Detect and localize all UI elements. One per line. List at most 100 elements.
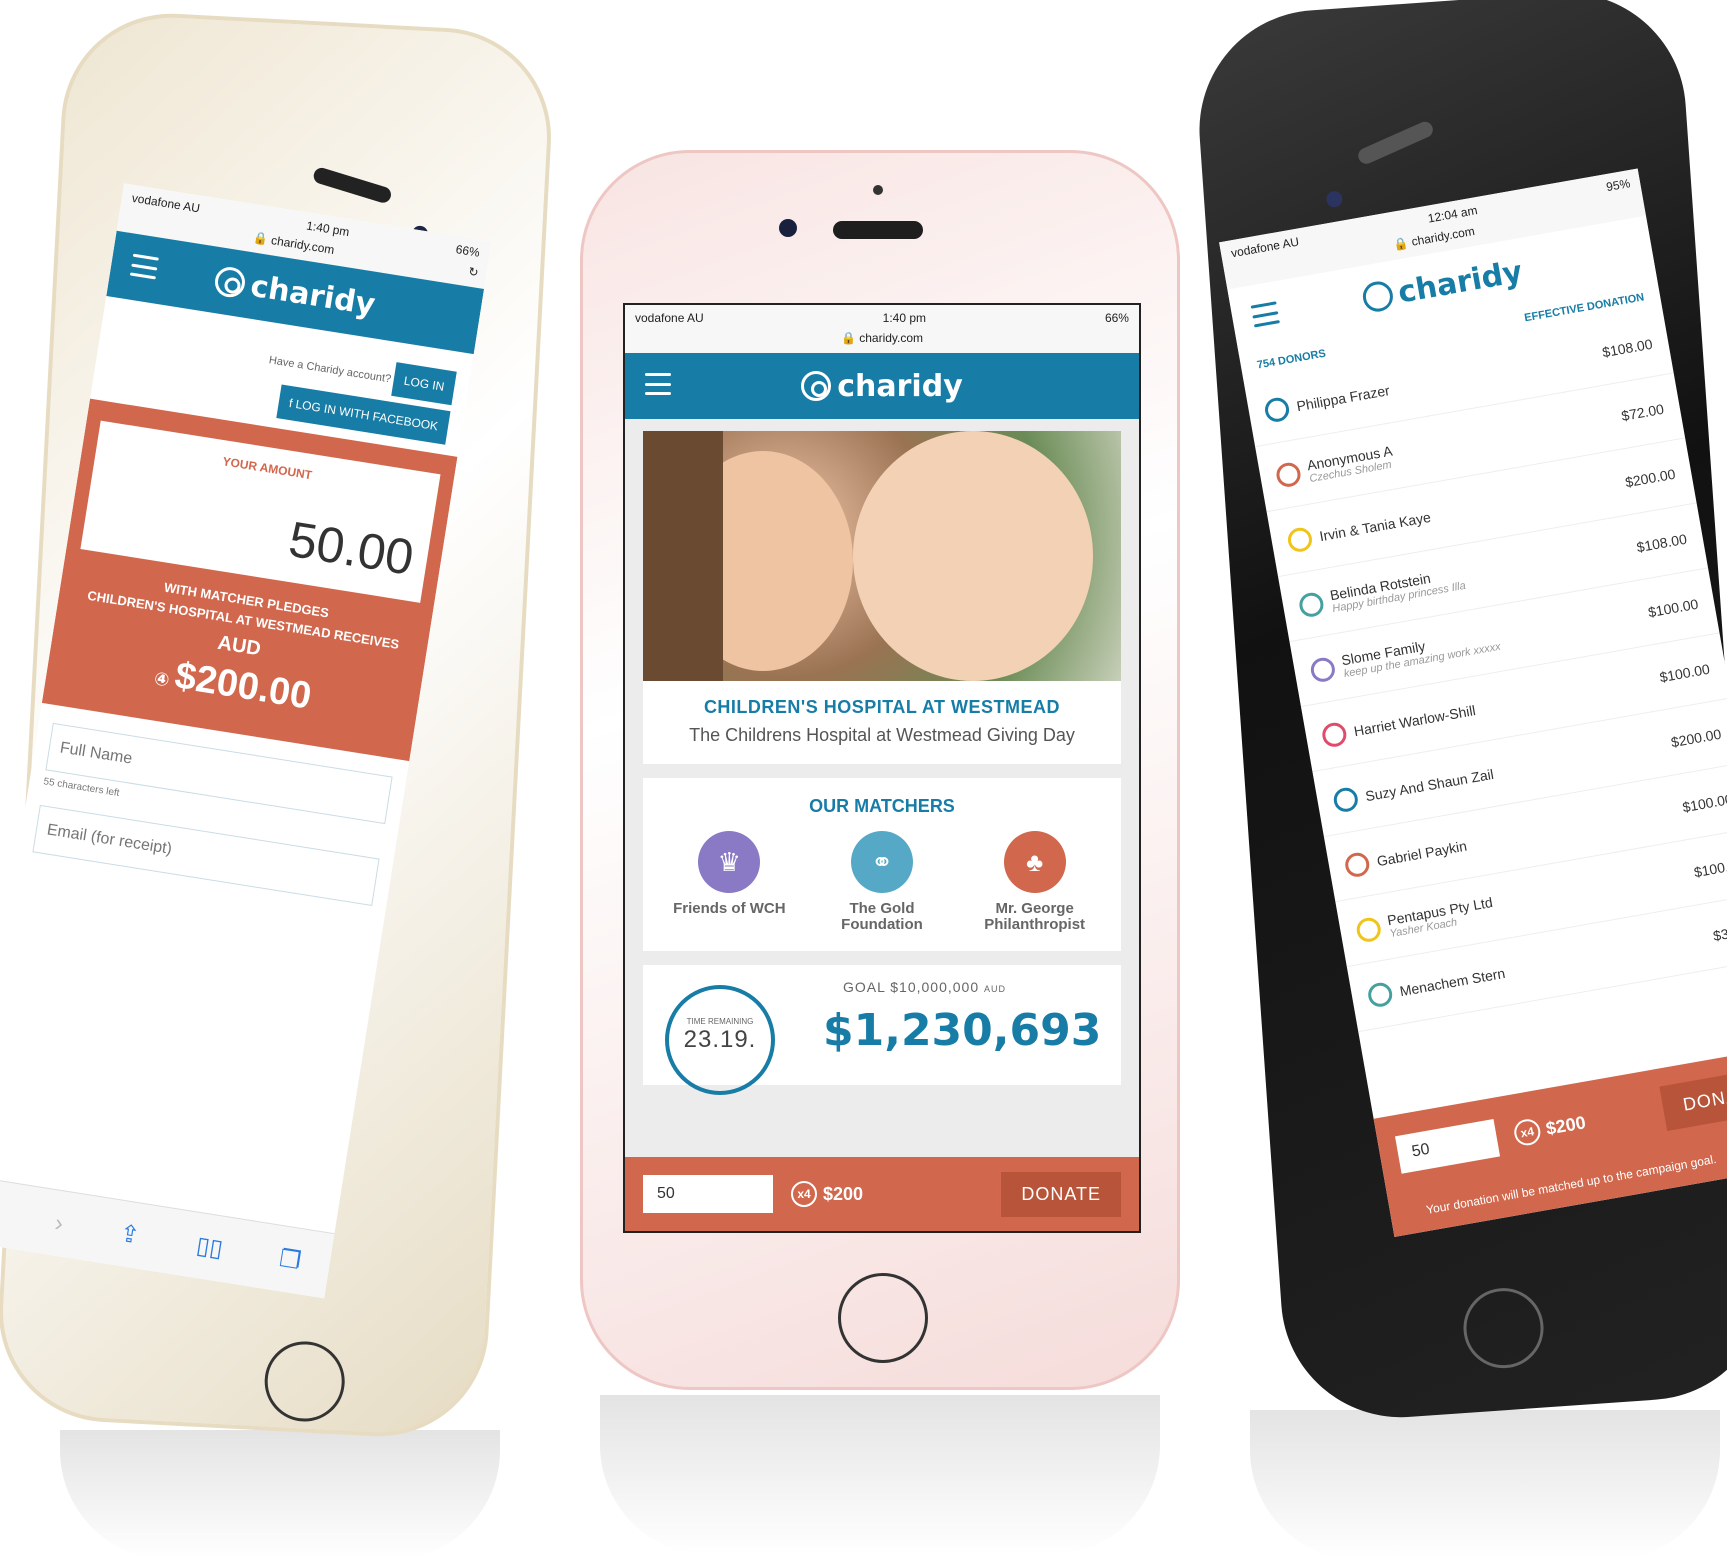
match-total: x4 $200 (791, 1181, 863, 1207)
donor-avatar-icon (1274, 460, 1303, 489)
menu-icon[interactable] (645, 373, 671, 395)
donor-amount: $200.00 (1623, 465, 1677, 490)
tree-icon: ♣ (1003, 831, 1066, 893)
donation-amount-input[interactable] (1395, 1119, 1501, 1175)
address-bar[interactable]: 🔒 charidy.com (625, 331, 1139, 353)
goal-currency: AUD (984, 984, 1007, 994)
clock: 1:40 pm (882, 311, 927, 325)
raised-amount: $1,230,693 (823, 1005, 1102, 1056)
login-prompt: Have a Charidy account? (268, 354, 392, 386)
charidy-logo-icon (801, 371, 832, 401)
matcher-name: Friends of WCH (673, 900, 786, 917)
battery-level: 66% (1104, 311, 1129, 325)
charidy-logo[interactable]: charidy (801, 369, 963, 404)
campaign-content: CHILDREN'S HOSPITAL AT WESTMEAD The Chil… (625, 419, 1139, 1157)
matcher-item[interactable]: ♛ Friends of WCH (664, 831, 794, 933)
donor-avatar-icon (1320, 720, 1349, 749)
menu-icon[interactable] (1250, 301, 1281, 328)
reload-icon[interactable]: ↻ (467, 264, 479, 279)
carrier: vodafone AU (635, 311, 704, 325)
tabs-icon[interactable]: ❐ (277, 1244, 303, 1276)
amount-value[interactable]: 50.00 (96, 480, 417, 587)
donor-amount: $108.00 (1635, 530, 1688, 555)
donor-amount: $100.00 (1692, 855, 1727, 880)
countdown-timer: TIME REMAINING 23.19. (665, 985, 775, 1095)
lock-icon: 🔒 (1392, 235, 1410, 252)
donor-amount: $200.00 (1669, 725, 1723, 750)
lock-icon: 🔒 (840, 331, 856, 345)
gold-phone-reflection (60, 1430, 500, 1560)
brand-name: charidy (837, 368, 963, 404)
front-camera (1325, 190, 1343, 208)
x4-multiplier-icon: x4 (1512, 1117, 1543, 1148)
donors-count: 754 DONORS (1256, 347, 1327, 372)
charidy-logo[interactable]: charidy (1360, 254, 1525, 317)
donor-list: Philippa Frazer $108.00 Anonymous A Czechus… (1243, 308, 1727, 1033)
donor-avatar-icon (1285, 525, 1314, 554)
rose-phone-reflection (600, 1395, 1160, 1555)
donate-bar: x4 $200 DONATE Your donation will be mat… (1373, 1044, 1727, 1237)
donor-avatar-icon (1297, 590, 1326, 619)
campaign-screen: vodafone AU 1:40 pm 66% 🔒 charidy.com ch… (623, 303, 1141, 1233)
crown-icon: ♛ (698, 831, 761, 893)
gold-phone: vodafone AU 1:40 pm 66% 🔒 charidy.com ↻ … (0, 8, 557, 1442)
rose-phone: vodafone AU 1:40 pm 66% 🔒 charidy.com ch… (580, 150, 1180, 1390)
lock-icon: 🔒 (252, 230, 270, 247)
email-input[interactable] (32, 804, 380, 907)
donor-amount: $36.00 (1711, 920, 1727, 944)
brand-name: charidy (1395, 253, 1525, 311)
match-total: x4 $200 (1512, 1110, 1587, 1148)
facebook-login-label: LOG IN WITH FACEBOOK (294, 397, 440, 434)
donor-avatar-icon (1343, 850, 1372, 879)
handshake-icon: ⚭ (850, 831, 913, 893)
earpiece (1355, 119, 1436, 167)
matcher-name: Mr. George Philanthropist (984, 900, 1086, 933)
child-face-right (853, 431, 1093, 681)
home-button[interactable] (262, 1339, 347, 1424)
donor-amount: $100.00 (1681, 790, 1727, 815)
donor-amount: $100.00 (1658, 660, 1711, 685)
donation-amount-input[interactable] (643, 1175, 773, 1213)
clock: 12:04 am (1426, 203, 1479, 226)
matcher-item[interactable]: ♣ Mr. George Philanthropist (970, 831, 1100, 933)
charidy-logo-icon (213, 265, 248, 300)
campaign-card: CHILDREN'S HOSPITAL AT WESTMEAD The Chil… (643, 681, 1121, 764)
brand-header: charidy (625, 353, 1139, 419)
earpiece (833, 221, 923, 239)
bookmarks-icon[interactable]: ▯▯ (194, 1231, 225, 1264)
status-bar: vodafone AU 1:40 pm 66% (625, 305, 1139, 331)
proximity-sensor (873, 185, 883, 195)
donation-form-screen: vodafone AU 1:40 pm 66% 🔒 charidy.com ↻ … (0, 183, 492, 1299)
timer-value: 23.19. (683, 1026, 757, 1053)
forward-icon[interactable]: › (53, 1209, 65, 1238)
goal-amount: GOAL $10,000,000 (843, 979, 980, 995)
donor-amount: $108.00 (1600, 335, 1654, 360)
hair-left (643, 431, 723, 681)
donate-button[interactable]: DONATE (1659, 1065, 1727, 1131)
browser-toolbar: ‹ › ⇪ ▯▯ ❐ (0, 1175, 335, 1299)
black-phone: vodafone AU 12:04 am 95% 🔒 charidy.com c… (1191, 0, 1727, 1426)
matcher-item[interactable]: ⚭ The Gold Foundation (817, 831, 947, 933)
match-total-value: $200 (1544, 1111, 1588, 1139)
home-button[interactable] (838, 1273, 928, 1363)
donor-amount: $100.00 (1646, 595, 1700, 620)
donor-avatar-icon (1354, 915, 1383, 944)
matchers-title: OUR MATCHERS (809, 796, 955, 816)
donate-button[interactable]: DONATE (1001, 1171, 1121, 1217)
charidy-logo[interactable]: charidy (213, 263, 378, 322)
donor-amount: $72.00 (1620, 400, 1666, 424)
charidy-logo-icon (1360, 279, 1396, 314)
black-phone-reflection (1250, 1410, 1720, 1560)
goal-text: GOAL $10,000,000 AUD (843, 979, 1006, 995)
menu-icon[interactable] (129, 253, 159, 280)
match-total-value: $200 (823, 1183, 864, 1204)
battery-level: 66% (454, 242, 481, 260)
campaign-subtitle: The Childrens Hospital at Westmead Givin… (689, 725, 1075, 745)
x4-multiplier-icon: x4 (791, 1181, 817, 1207)
share-icon[interactable]: ⇪ (118, 1219, 142, 1251)
url-text: charidy.com (859, 331, 924, 345)
timer-label: TIME REMAINING (686, 1017, 754, 1026)
login-button[interactable]: LOG IN (391, 362, 457, 406)
stats-card: TIME REMAINING 23.19. GOAL $10,000,000 A… (643, 965, 1121, 1095)
home-button[interactable] (1460, 1285, 1547, 1371)
